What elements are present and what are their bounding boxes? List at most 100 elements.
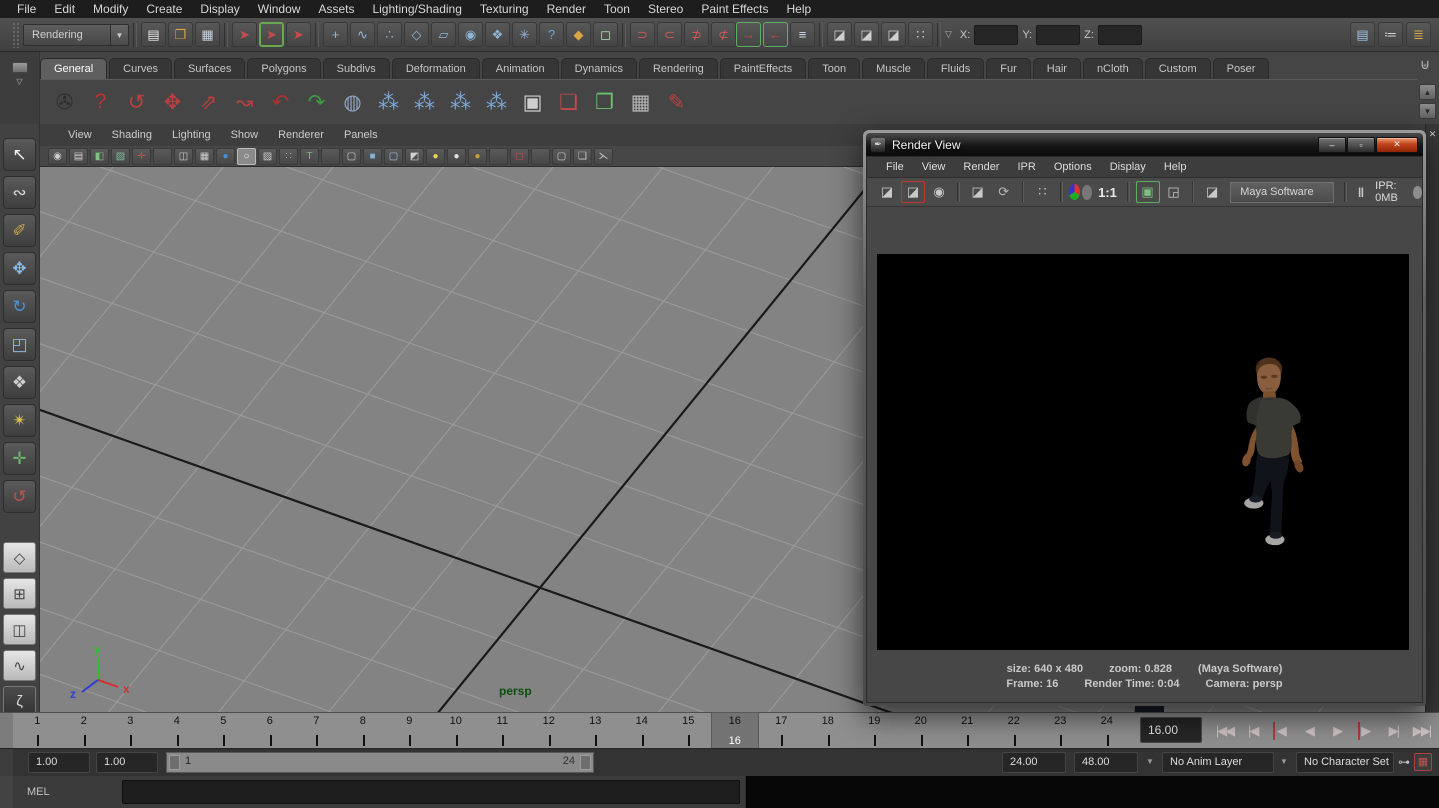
go-to-start-button[interactable]: |◀◀ bbox=[1212, 718, 1237, 744]
shelf-tab-curves[interactable]: Curves bbox=[109, 58, 172, 79]
play-backwards-button[interactable]: ◀ bbox=[1296, 718, 1321, 744]
redo-previous-render-icon[interactable]: ◪ bbox=[901, 181, 925, 203]
range-end-handle[interactable] bbox=[580, 755, 591, 770]
zoom-camera-icon[interactable]: ↝ bbox=[228, 85, 261, 120]
image-plane-icon[interactable]: ▧ bbox=[111, 148, 130, 165]
shelf-tab-painteffects[interactable]: PaintEffects bbox=[720, 58, 807, 79]
shelf-scroll-up-icon[interactable]: ▲ bbox=[1419, 84, 1436, 100]
frame-slot[interactable]: 3 bbox=[107, 713, 154, 749]
single-view-icon[interactable]: ▢ bbox=[552, 148, 571, 165]
snap-to-projected-center-icon[interactable]: ◇ bbox=[404, 22, 429, 47]
shelf-scroll-down-icon[interactable]: ▼ bbox=[1419, 103, 1436, 119]
sep[interactable] bbox=[153, 148, 172, 165]
menu-set-selector[interactable]: Rendering ▼ bbox=[23, 24, 129, 46]
menu-create[interactable]: Create bbox=[137, 0, 191, 18]
outliner-persp-layout-button[interactable]: ◫ bbox=[3, 614, 36, 645]
graph-persp-layout-button[interactable]: ∿ bbox=[3, 650, 36, 681]
two-d-pan-zoom-icon[interactable]: ✛ bbox=[132, 148, 151, 165]
component-mode-icon[interactable]: ➤ bbox=[286, 22, 311, 47]
shelf-tab-animation[interactable]: Animation bbox=[482, 58, 559, 79]
menu-file[interactable]: File bbox=[8, 0, 45, 18]
frame-slot[interactable]: 19 bbox=[851, 713, 898, 749]
make-live-icon[interactable]: ◉ bbox=[458, 22, 483, 47]
show-tool-settings-icon[interactable]: ≔ bbox=[1378, 22, 1403, 47]
vp-menu-renderer[interactable]: Renderer bbox=[268, 129, 334, 141]
rw-menu-display[interactable]: Display bbox=[1101, 161, 1155, 173]
render-region-icon[interactable]: ∷ bbox=[1030, 181, 1054, 203]
last-tool-icon[interactable]: ↺ bbox=[3, 480, 36, 513]
shelf-tab-general[interactable]: General bbox=[40, 58, 107, 79]
shelf-tab-subdivs[interactable]: Subdivs bbox=[323, 58, 390, 79]
refresh-ipr-icon[interactable]: ⟳ bbox=[992, 181, 1016, 203]
playback-end-field[interactable]: 24.00 bbox=[1002, 752, 1066, 773]
remove-image-icon[interactable]: ◲ bbox=[1162, 181, 1186, 203]
paint-effects-brush-icon[interactable]: ✎ bbox=[660, 85, 693, 120]
smooth-shade-all-icon[interactable]: ● bbox=[216, 148, 235, 165]
maximize-button[interactable]: ▫ bbox=[1347, 137, 1375, 153]
ipr-render-icon[interactable]: ◪ bbox=[966, 181, 990, 203]
render-view-titlebar[interactable]: ✒ Render View – ▫ ✕ bbox=[866, 133, 1423, 156]
soft-select-icon[interactable]: ✳ bbox=[512, 22, 537, 47]
lasso-tool-icon[interactable]: ∾ bbox=[3, 176, 36, 209]
bookmarks-icon[interactable]: ◧ bbox=[90, 148, 109, 165]
frame-slot[interactable]: 9 bbox=[386, 713, 433, 749]
shaded-textured-icon[interactable]: ■ bbox=[363, 148, 382, 165]
go-to-output-icon[interactable]: ← bbox=[763, 22, 788, 47]
open-render-settings-icon[interactable]: ◪ bbox=[1200, 181, 1224, 203]
render-current-frame-icon[interactable]: ◪ bbox=[875, 181, 899, 203]
rw-menu-help[interactable]: Help bbox=[1155, 161, 1196, 173]
shelf-tab-muscle[interactable]: Muscle bbox=[862, 58, 925, 79]
shelf-tab-fluids[interactable]: Fluids bbox=[927, 58, 984, 79]
step-back-frame-button[interactable]: |◀ bbox=[1240, 718, 1265, 744]
chevron-down-icon[interactable]: ▼ bbox=[1280, 757, 1288, 766]
input-connections-icon[interactable]: ⊃ bbox=[630, 22, 655, 47]
vp-menu-shading[interactable]: Shading bbox=[102, 129, 162, 141]
show-manipulator-icon[interactable]: ✛ bbox=[3, 442, 36, 475]
z-field[interactable] bbox=[1098, 25, 1142, 45]
help-line-icon[interactable]: ? bbox=[84, 85, 117, 120]
specular-lighting-icon[interactable]: ● bbox=[468, 148, 487, 165]
use-all-lights-icon[interactable]: ◩ bbox=[405, 148, 424, 165]
xray-display-icon[interactable]: ▢ bbox=[384, 148, 403, 165]
menu-window[interactable]: Window bbox=[249, 0, 310, 18]
default-material-icon[interactable]: ▢ bbox=[342, 148, 361, 165]
frame-slot[interactable]: 6 bbox=[247, 713, 294, 749]
close-button[interactable]: ✕ bbox=[1376, 137, 1418, 153]
shelf-tab-deformation[interactable]: Deformation bbox=[392, 58, 480, 79]
show-attribute-editor-icon[interactable]: ▤ bbox=[1350, 22, 1375, 47]
frame-slot[interactable]: 15 bbox=[665, 713, 712, 749]
frame-slot[interactable]: 4 bbox=[154, 713, 201, 749]
vp-menu-show[interactable]: Show bbox=[221, 129, 269, 141]
frame-slot[interactable]: 21 bbox=[944, 713, 991, 749]
rw-menu-ipr[interactable]: IPR bbox=[1008, 161, 1044, 173]
frame-slot[interactable]: 22 bbox=[991, 713, 1038, 749]
highlight-selection-icon[interactable]: ◻ bbox=[593, 22, 618, 47]
cluster-relative-icon[interactable]: ⁂ bbox=[408, 85, 441, 120]
shelf-tab-hair[interactable]: Hair bbox=[1033, 58, 1081, 79]
shelf-menu-icon[interactable]: ▽ bbox=[0, 77, 39, 86]
new-scene-icon[interactable]: ▤ bbox=[141, 22, 166, 47]
render-current-frame-icon[interactable]: ◪ bbox=[854, 22, 879, 47]
snap-align-objects-icon[interactable]: ❏ bbox=[552, 85, 585, 120]
output-connections-icon[interactable]: ⊂ bbox=[657, 22, 682, 47]
frame-slot[interactable]: 5 bbox=[200, 713, 247, 749]
menu-stereo[interactable]: Stereo bbox=[639, 0, 692, 18]
open-scene-icon[interactable]: ❐ bbox=[168, 22, 193, 47]
cluster-icon[interactable]: ⁂ bbox=[372, 85, 405, 120]
timeline-grip[interactable] bbox=[0, 713, 13, 748]
chevron-down-icon[interactable]: ▼ bbox=[1146, 757, 1154, 766]
snap-together-icon[interactable]: ❖ bbox=[485, 22, 510, 47]
select-tool-icon[interactable]: ↖ bbox=[3, 138, 36, 171]
command-line-grip[interactable] bbox=[0, 776, 13, 808]
default-lighting-icon[interactable]: ● bbox=[426, 148, 445, 165]
universal-manipulator-icon[interactable]: ❖ bbox=[3, 366, 36, 399]
frame-slot[interactable]: 16 16 bbox=[712, 713, 759, 749]
shelf-tab-ncloth[interactable]: nCloth bbox=[1083, 58, 1143, 79]
shelf-tab-dynamics[interactable]: Dynamics bbox=[561, 58, 637, 79]
frame-slot[interactable]: 14 bbox=[619, 713, 666, 749]
anim-layer-field[interactable]: No Anim Layer bbox=[1162, 752, 1274, 773]
snap-to-curves-icon[interactable]: ∿ bbox=[350, 22, 375, 47]
shelf-tab-poser[interactable]: Poser bbox=[1213, 58, 1270, 79]
render-region-icon[interactable]: ∷ bbox=[908, 22, 933, 47]
keep-image-icon[interactable]: ▣ bbox=[1136, 181, 1160, 203]
